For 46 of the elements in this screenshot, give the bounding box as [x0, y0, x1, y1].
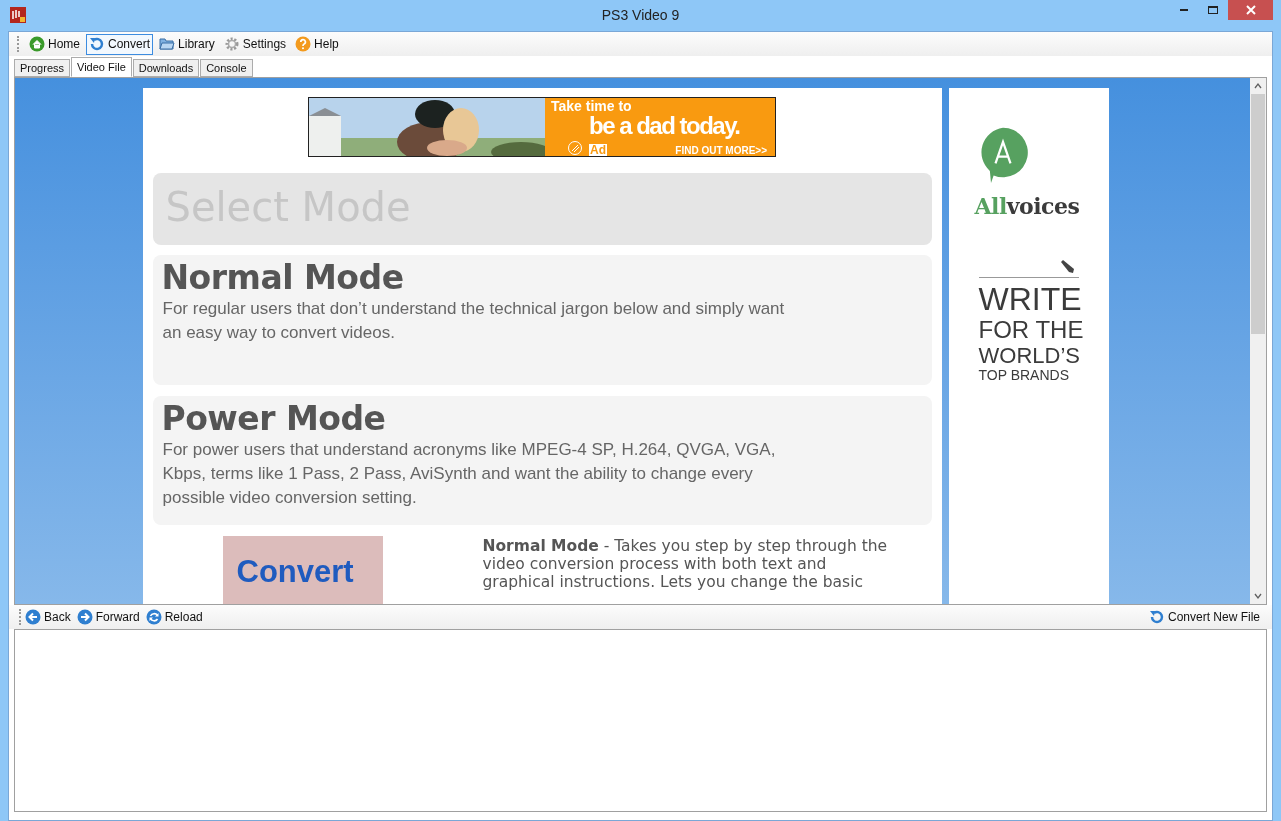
toolbar-button[interactable]: Convert [86, 33, 154, 55]
ad-headline: TOP BRANDS [978, 367, 1070, 384]
ad-text: Take time to [551, 99, 633, 113]
mode-card[interactable]: Power Mode For power users that understand acronyms like MPEG-4 SP, H.264, QVGA, VGA, Kbps, terms like 1 Pass, 2 Pass, AviSynth and want the ability to change every possible video conversion setting. [152, 396, 932, 525]
toolbar-button[interactable]: Library [156, 33, 218, 55]
app-icon [10, 7, 26, 23]
toolbar-button[interactable]: Home [26, 33, 83, 55]
tab[interactable]: Progress [14, 59, 71, 77]
toolbar-button[interactable]: Help [292, 33, 342, 55]
scroll-down-icon[interactable] [1254, 592, 1262, 600]
close-button[interactable] [1228, 0, 1273, 20]
scroll-up-icon[interactable] [1254, 82, 1262, 90]
tab[interactable]: Downloads [132, 59, 200, 77]
scrollbar[interactable] [1250, 78, 1266, 604]
nav-button[interactable]: Reload [145, 608, 203, 626]
toolbar-button[interactable]: Settings [220, 33, 290, 55]
tab[interactable]: Video File [71, 57, 132, 77]
mode-description: For power users that understand acronyms like MPEG-4 SP, H.264, QVGA, VGA, Kbps, terms like 1 Pass, 2 Pass, AviSynth and want the ability to change every possible video conversion setting. [161, 438, 777, 509]
circular-arrow-icon [89, 36, 105, 52]
nav-button[interactable]: Forward [76, 608, 140, 626]
mode-description: For regular users that don’t understand the technical jargon below and simply want an easy way to convert videos. [161, 297, 786, 344]
mode-detail-text: Normal Mode - Takes you step by step through the video conversion process with both text and graphical instructions. Lets you change the basic [482, 537, 889, 593]
ad-headline: WRITE [978, 282, 1079, 318]
pencil-icon [1058, 259, 1075, 275]
reload-icon [145, 609, 162, 625]
home-icon [29, 36, 45, 52]
forward-icon [76, 609, 93, 625]
mode-title: Power Mode [161, 400, 387, 438]
ad-council-logo: Ad [589, 144, 607, 156]
help-icon [295, 36, 312, 52]
ad-headline: be a dad today. [589, 114, 741, 138]
tab[interactable]: Console [200, 59, 253, 77]
ad-headline: WORLD’S [978, 343, 1079, 368]
nav-button[interactable]: Convert New File [1148, 608, 1260, 626]
close-icon[interactable] [1245, 5, 1256, 15]
scrollbar-thumb[interactable] [1251, 94, 1265, 334]
mode-title: Normal Mode [161, 259, 405, 297]
nav-button[interactable]: Back [25, 608, 71, 626]
seal-icon [567, 140, 583, 156]
brand-logo: Allvoices [974, 192, 1080, 221]
back-icon [25, 609, 41, 625]
mode-card[interactable]: Normal Mode For regular users that don’t understand the technical jargon below and simply want an easy way to convert videos. [152, 255, 932, 385]
folder-icon [159, 36, 176, 52]
window-title: PS3 Video 9 [601, 6, 680, 25]
settings-icon [223, 36, 240, 52]
circular-arrow-icon [1148, 609, 1165, 625]
